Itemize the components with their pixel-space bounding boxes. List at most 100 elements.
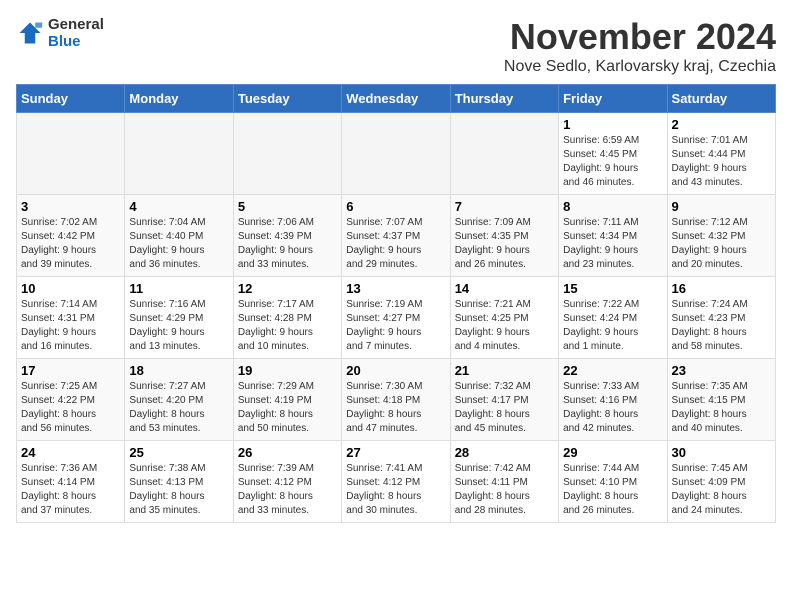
logo: General Blue bbox=[16, 16, 104, 50]
day-number: 6 bbox=[346, 199, 445, 214]
title-area: November 2024 Nove Sedlo, Karlovarsky kr… bbox=[504, 16, 776, 76]
day-number: 1 bbox=[563, 117, 662, 132]
day-info: Sunrise: 7:21 AMSunset: 4:25 PMDaylight:… bbox=[455, 298, 554, 354]
week-row-3: 10Sunrise: 7:14 AMSunset: 4:31 PMDayligh… bbox=[17, 277, 776, 359]
day-number: 21 bbox=[455, 363, 554, 378]
calendar-cell: 19Sunrise: 7:29 AMSunset: 4:19 PMDayligh… bbox=[233, 359, 341, 441]
calendar-cell bbox=[125, 113, 233, 195]
day-number: 18 bbox=[129, 363, 228, 378]
day-number: 8 bbox=[563, 199, 662, 214]
day-number: 25 bbox=[129, 445, 228, 460]
calendar-cell: 24Sunrise: 7:36 AMSunset: 4:14 PMDayligh… bbox=[17, 441, 125, 523]
calendar-cell: 22 Sunrise: 7:33 AMSunset: 4:16 PMDayligh… bbox=[559, 359, 667, 441]
calendar-table: SundayMondayTuesdayWednesdayThursdayFrid… bbox=[16, 84, 776, 523]
calendar-cell: 4 Sunrise: 7:04 AMSunset: 4:40 PMDaylight… bbox=[125, 195, 233, 277]
day-number: 13 bbox=[346, 281, 445, 296]
calendar-cell: 11 Sunrise: 7:16 AMSunset: 4:29 PMDayligh… bbox=[125, 277, 233, 359]
day-number: 26 bbox=[238, 445, 337, 460]
calendar-cell: 25 Sunrise: 7:38 AMSunset: 4:13 PMDayligh… bbox=[125, 441, 233, 523]
day-number: 12 bbox=[238, 281, 337, 296]
day-info: Sunrise: 7:25 AMSunset: 4:22 PMDaylight:… bbox=[21, 380, 120, 436]
weekday-header-thursday: Thursday bbox=[450, 85, 558, 113]
day-info: Sunrise: 7:32 AMSunset: 4:17 PMDaylight:… bbox=[455, 380, 554, 436]
month-title: November 2024 bbox=[504, 16, 776, 58]
calendar-cell: 30 Sunrise: 7:45 AMSunset: 4:09 PMDayligh… bbox=[667, 441, 775, 523]
day-number: 3 bbox=[21, 199, 120, 214]
day-number: 27 bbox=[346, 445, 445, 460]
day-number: 11 bbox=[129, 281, 228, 296]
day-number: 29 bbox=[563, 445, 662, 460]
calendar-cell: 6 Sunrise: 7:07 AMSunset: 4:37 PMDaylight… bbox=[342, 195, 450, 277]
calendar-cell: 16 Sunrise: 7:24 AMSunset: 4:23 PMDayligh… bbox=[667, 277, 775, 359]
day-number: 30 bbox=[672, 445, 771, 460]
day-number: 16 bbox=[672, 281, 771, 296]
day-number: 2 bbox=[672, 117, 771, 132]
logo-icon bbox=[16, 19, 44, 47]
day-info: Sunrise: 7:33 AMSunset: 4:16 PMDaylight:… bbox=[563, 380, 662, 436]
day-number: 17 bbox=[21, 363, 120, 378]
weekday-header-monday: Monday bbox=[125, 85, 233, 113]
day-number: 7 bbox=[455, 199, 554, 214]
day-info: Sunrise: 7:09 AMSunset: 4:35 PMDaylight:… bbox=[455, 216, 554, 272]
day-info: Sunrise: 7:16 AMSunset: 4:29 PMDaylight:… bbox=[129, 298, 228, 354]
day-info: Sunrise: 7:17 AMSunset: 4:28 PMDaylight:… bbox=[238, 298, 337, 354]
calendar-cell bbox=[17, 113, 125, 195]
calendar-cell: 26Sunrise: 7:39 AMSunset: 4:12 PMDayligh… bbox=[233, 441, 341, 523]
weekday-header-sunday: Sunday bbox=[17, 85, 125, 113]
weekday-header-friday: Friday bbox=[559, 85, 667, 113]
day-number: 14 bbox=[455, 281, 554, 296]
day-info: Sunrise: 7:42 AMSunset: 4:11 PMDaylight:… bbox=[455, 462, 554, 518]
calendar-cell: 8 Sunrise: 7:11 AMSunset: 4:34 PMDaylight… bbox=[559, 195, 667, 277]
calendar-cell: 5Sunrise: 7:06 AMSunset: 4:39 PMDaylight… bbox=[233, 195, 341, 277]
day-info: Sunrise: 6:59 AMSunset: 4:45 PMDaylight:… bbox=[563, 134, 662, 190]
calendar-cell: 18 Sunrise: 7:27 AMSunset: 4:20 PMDayligh… bbox=[125, 359, 233, 441]
day-info: Sunrise: 7:11 AMSunset: 4:34 PMDaylight:… bbox=[563, 216, 662, 272]
calendar-cell: 9Sunrise: 7:12 AMSunset: 4:32 PMDaylight… bbox=[667, 195, 775, 277]
week-row-5: 24Sunrise: 7:36 AMSunset: 4:14 PMDayligh… bbox=[17, 441, 776, 523]
calendar-cell: 27 Sunrise: 7:41 AMSunset: 4:12 PMDayligh… bbox=[342, 441, 450, 523]
calendar-cell: 7 Sunrise: 7:09 AMSunset: 4:35 PMDaylight… bbox=[450, 195, 558, 277]
day-info: Sunrise: 7:27 AMSunset: 4:20 PMDaylight:… bbox=[129, 380, 228, 436]
calendar-cell: 29 Sunrise: 7:44 AMSunset: 4:10 PMDayligh… bbox=[559, 441, 667, 523]
calendar-cell bbox=[450, 113, 558, 195]
day-info: Sunrise: 7:01 AMSunset: 4:44 PMDaylight:… bbox=[672, 134, 771, 190]
weekday-header-tuesday: Tuesday bbox=[233, 85, 341, 113]
day-number: 9 bbox=[672, 199, 771, 214]
calendar-cell bbox=[342, 113, 450, 195]
day-info: Sunrise: 7:41 AMSunset: 4:12 PMDaylight:… bbox=[346, 462, 445, 518]
weekday-header-saturday: Saturday bbox=[667, 85, 775, 113]
day-info: Sunrise: 7:45 AMSunset: 4:09 PMDaylight:… bbox=[672, 462, 771, 518]
day-info: Sunrise: 7:19 AMSunset: 4:27 PMDaylight:… bbox=[346, 298, 445, 354]
day-info: Sunrise: 7:07 AMSunset: 4:37 PMDaylight:… bbox=[346, 216, 445, 272]
calendar-cell: 10Sunrise: 7:14 AMSunset: 4:31 PMDayligh… bbox=[17, 277, 125, 359]
day-info: Sunrise: 7:04 AMSunset: 4:40 PMDaylight:… bbox=[129, 216, 228, 272]
day-number: 24 bbox=[21, 445, 120, 460]
week-row-2: 3 Sunrise: 7:02 AMSunset: 4:42 PMDaylight… bbox=[17, 195, 776, 277]
day-number: 15 bbox=[563, 281, 662, 296]
week-row-4: 17 Sunrise: 7:25 AMSunset: 4:22 PMDayligh… bbox=[17, 359, 776, 441]
day-number: 4 bbox=[129, 199, 228, 214]
calendar-cell: 17 Sunrise: 7:25 AMSunset: 4:22 PMDayligh… bbox=[17, 359, 125, 441]
calendar-cell: 2 Sunrise: 7:01 AMSunset: 4:44 PMDaylight… bbox=[667, 113, 775, 195]
calendar-cell: 12 Sunrise: 7:17 AMSunset: 4:28 PMDayligh… bbox=[233, 277, 341, 359]
day-info: Sunrise: 7:38 AMSunset: 4:13 PMDaylight:… bbox=[129, 462, 228, 518]
calendar-cell: 28 Sunrise: 7:42 AMSunset: 4:11 PMDayligh… bbox=[450, 441, 558, 523]
day-info: Sunrise: 7:24 AMSunset: 4:23 PMDaylight:… bbox=[672, 298, 771, 354]
calendar-cell: 13 Sunrise: 7:19 AMSunset: 4:27 PMDayligh… bbox=[342, 277, 450, 359]
calendar-cell: 1 Sunrise: 6:59 AMSunset: 4:45 PMDaylight… bbox=[559, 113, 667, 195]
calendar-cell: 23 Sunrise: 7:35 AMSunset: 4:15 PMDayligh… bbox=[667, 359, 775, 441]
day-info: Sunrise: 7:02 AMSunset: 4:42 PMDaylight:… bbox=[21, 216, 120, 272]
day-number: 22 bbox=[563, 363, 662, 378]
day-info: Sunrise: 7:29 AMSunset: 4:19 PMDaylight:… bbox=[238, 380, 337, 436]
day-info: Sunrise: 7:22 AMSunset: 4:24 PMDaylight:… bbox=[563, 298, 662, 354]
day-number: 23 bbox=[672, 363, 771, 378]
day-info: Sunrise: 7:35 AMSunset: 4:15 PMDaylight:… bbox=[672, 380, 771, 436]
day-number: 28 bbox=[455, 445, 554, 460]
calendar-cell: 15 Sunrise: 7:22 AMSunset: 4:24 PMDayligh… bbox=[559, 277, 667, 359]
weekday-header-row: SundayMondayTuesdayWednesdayThursdayFrid… bbox=[17, 85, 776, 113]
day-number: 10 bbox=[21, 281, 120, 296]
weekday-header-wednesday: Wednesday bbox=[342, 85, 450, 113]
calendar-cell: 21 Sunrise: 7:32 AMSunset: 4:17 PMDayligh… bbox=[450, 359, 558, 441]
day-info: Sunrise: 7:44 AMSunset: 4:10 PMDaylight:… bbox=[563, 462, 662, 518]
calendar-cell: 14 Sunrise: 7:21 AMSunset: 4:25 PMDayligh… bbox=[450, 277, 558, 359]
